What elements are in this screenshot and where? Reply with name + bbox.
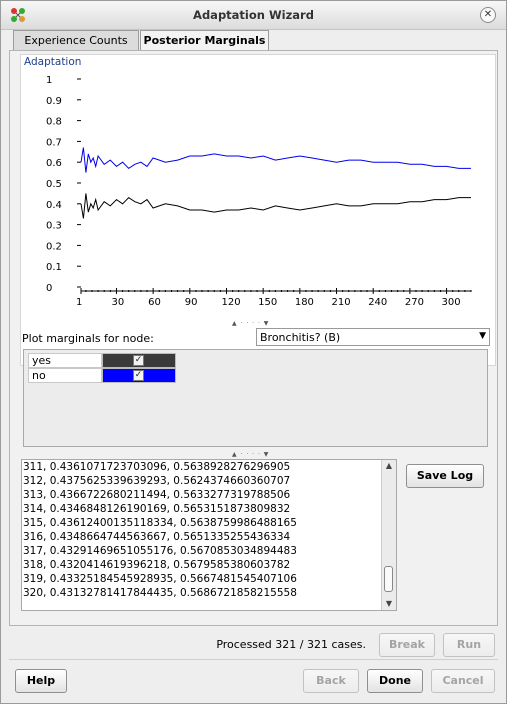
state-name: yes (28, 353, 102, 368)
divider (9, 659, 498, 660)
break-button[interactable]: Break (379, 633, 435, 657)
log-line: 318, 0.4320414619396218, 0.5679585380603… (23, 559, 291, 571)
log-line: 314, 0.434684812619016​9, 0.565315187380… (23, 503, 291, 515)
x-tick-label: 300 (442, 297, 461, 308)
chevron-down-icon: ▼ (479, 331, 486, 341)
log-scrollbar[interactable]: ▲ ▼ (381, 460, 396, 610)
log-line: 312, 0.4375625339639293, 0.5624374660360… (23, 475, 291, 487)
x-tick-label: 30 (111, 297, 124, 308)
x-tick-label: 240 (368, 297, 387, 308)
y-tick-label: 0.6 (46, 158, 62, 169)
y-tick-label: 0.2 (46, 241, 62, 252)
state-list: yes ✓ no ✓ (23, 349, 488, 447)
y-tick-label: 0.1 (46, 262, 62, 273)
y-tick-label: 0.5 (46, 179, 62, 190)
y-tick-label: 0.3 (46, 221, 62, 232)
y-tick-label: 0.8 (46, 117, 62, 128)
x-tick-label: 180 (295, 297, 314, 308)
x-tick-label: 1 (76, 297, 82, 308)
state-name: no (28, 368, 102, 383)
scroll-down-icon[interactable]: ▼ (382, 598, 396, 610)
node-selector-value: Bronchitis? (B) (260, 331, 341, 344)
splitter-arrows-icon[interactable]: ▲ · · · · ▼ (232, 451, 284, 458)
done-button[interactable]: Done (367, 669, 423, 693)
posterior-marginals-panel: Adaptation 0 0.1 0.2 0.3 0.4 0.5 0.6 0.7 0.8 0.9 1… (9, 50, 498, 626)
y-tick-label: 0.9 (46, 96, 62, 107)
tab-experience-counts[interactable]: Experience Counts (13, 30, 139, 50)
y-tick-label: 0 (46, 283, 52, 294)
state-visible-checkbox[interactable]: ✓ (133, 370, 144, 381)
y-tick-label: 0.4 (46, 200, 62, 211)
x-tick-label: 270 (405, 297, 424, 308)
run-button[interactable]: Run (443, 633, 495, 657)
x-tick-label: 120 (221, 297, 240, 308)
cancel-button[interactable]: Cancel (431, 669, 495, 693)
chart-canvas: 0 0.1 0.2 0.3 0.4 0.5 0.6 0.7 0.8 0.9 1 1 30 60 90 120 1… (46, 75, 472, 308)
state-color-swatch[interactable]: ✓ (102, 353, 176, 368)
log-line: 317, 0.43291469651055176, 0.567085303489… (23, 545, 297, 557)
save-log-button[interactable]: Save Log (406, 464, 484, 488)
x-tick-label: 210 (332, 297, 351, 308)
help-button[interactable]: Help (15, 669, 67, 693)
y-tick-label: 0.7 (46, 137, 62, 148)
log-line: 316, 0.4348664744563667, 0.5651335255436… (23, 531, 291, 543)
x-tick-label: 150 (258, 297, 277, 308)
log-textarea[interactable]: 311, 0.4361071723703096, 0.5638928276296… (21, 459, 397, 611)
y-tick-label: 1 (46, 75, 52, 86)
log-line: 313, 0.4366722680211494, 0.5633277319788… (23, 489, 291, 501)
window-title: Adaptation Wizard (193, 8, 314, 22)
x-tick-label: 60 (148, 297, 161, 308)
state-color-swatch[interactable]: ✓ (102, 368, 176, 383)
x-tick-label: 90 (185, 297, 198, 308)
series-line-yes (80, 193, 471, 219)
node-selector-dropdown[interactable]: Bronchitis? (B) ▼ (256, 328, 490, 346)
log-line: 315, 0.43612400135118334, 0.563875998648… (23, 517, 297, 529)
splitter-arrows-icon[interactable]: ▲ · · · · ▼ (232, 320, 284, 327)
adaptation-wizard-window: Adaptation Wizard ✕ Experience Counts Po… (0, 0, 507, 704)
log-line: 319, 0.43325184545928935, 0.566748154540… (23, 573, 297, 585)
state-row-no: no ✓ (28, 368, 176, 383)
log-line: 311, 0.4361071723703096, 0.5638928276296… (23, 461, 291, 473)
title-bar: Adaptation Wizard ✕ (1, 1, 506, 30)
status-text: Processed 321 / 321 cases. (216, 638, 366, 651)
tab-posterior-marginals[interactable]: Posterior Marginals (140, 30, 269, 50)
back-button[interactable]: Back (303, 669, 359, 693)
scrollbar-thumb[interactable] (384, 566, 393, 592)
series-line-no (80, 147, 471, 173)
state-visible-checkbox[interactable]: ✓ (133, 355, 144, 366)
state-row-yes: yes ✓ (28, 353, 176, 368)
scroll-up-icon[interactable]: ▲ (382, 460, 396, 472)
close-icon[interactable]: ✕ (480, 7, 496, 23)
log-line: 320, 0.43132781417844435, 0.568672185821… (23, 587, 297, 599)
log-lines: 311, 0.4361071723703096, 0.5638928276296… (23, 460, 297, 600)
node-selector-label: Plot marginals for node: (22, 332, 154, 345)
